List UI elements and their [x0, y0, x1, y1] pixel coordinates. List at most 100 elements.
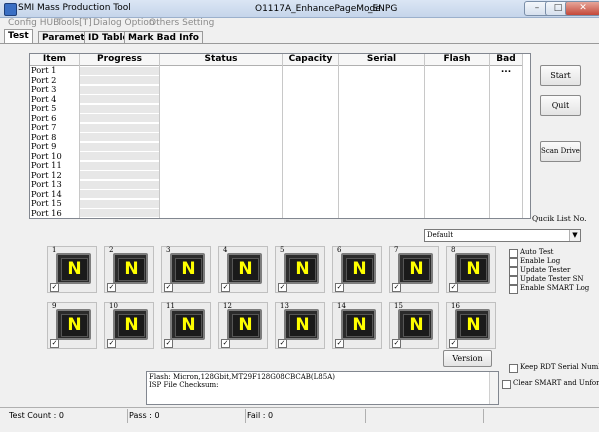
- drive-tile-10[interactable]: 10 N ✓: [104, 302, 154, 349]
- drive-checkbox[interactable]: ✓: [335, 283, 344, 292]
- drive-checkbox[interactable]: ✓: [278, 283, 287, 292]
- progress-cell: [80, 142, 159, 152]
- drive-tile-3[interactable]: 3 N ✓: [161, 246, 211, 293]
- drive-checkbox[interactable]: ✓: [392, 339, 401, 348]
- progress-cell: [80, 104, 159, 114]
- checkbox[interactable]: [509, 258, 518, 267]
- drive-checkbox[interactable]: ✓: [50, 339, 59, 348]
- table-row[interactable]: Port 5: [31, 103, 56, 113]
- drive-tile-16[interactable]: 16 N ✓: [446, 302, 496, 349]
- log-line: ISP File Checksum:: [149, 381, 219, 389]
- drive-checkbox[interactable]: ✓: [221, 339, 230, 348]
- drive-tile-9[interactable]: 9 N ✓: [47, 302, 97, 349]
- drive-checkbox[interactable]: ✓: [107, 339, 116, 348]
- drive-icon: N: [227, 253, 262, 284]
- column-divider: [338, 54, 339, 218]
- version-button[interactable]: Version: [443, 350, 492, 367]
- progress-cell: [80, 95, 159, 105]
- checkbox[interactable]: [509, 267, 518, 276]
- drive-tile-11[interactable]: 11 N ✓: [161, 302, 211, 349]
- drive-tile-5[interactable]: 5 N ✓: [275, 246, 325, 293]
- drive-icon-screen: N: [403, 258, 430, 281]
- drive-checkbox[interactable]: ✓: [335, 339, 344, 348]
- drive-icon-screen: N: [61, 314, 88, 337]
- progress-cell: [80, 152, 159, 162]
- drive-letter: N: [352, 259, 367, 279]
- checkbox[interactable]: [509, 285, 518, 294]
- drive-tile-13[interactable]: 13 N ✓: [275, 302, 325, 349]
- tab-test[interactable]: Test: [4, 29, 33, 44]
- drive-icon-screen: N: [175, 258, 202, 281]
- column-header-capacity[interactable]: Capacity: [283, 54, 339, 66]
- column-divider: [282, 54, 283, 218]
- checkbox[interactable]: [509, 276, 518, 285]
- quit-button[interactable]: Quit: [540, 95, 581, 116]
- drive-letter: N: [124, 259, 139, 279]
- scan-drive-button[interactable]: Scan Drive: [540, 141, 581, 162]
- table-row[interactable]: Port 13: [31, 179, 62, 189]
- column-header-flash[interactable]: Flash: [425, 54, 490, 66]
- drive-icon-screen: N: [403, 314, 430, 337]
- drive-letter: N: [67, 315, 82, 335]
- tab-divider: [0, 43, 599, 44]
- drive-icon-screen: N: [118, 314, 145, 337]
- drive-tile-6[interactable]: 6 N ✓: [332, 246, 382, 293]
- drive-checkbox[interactable]: ✓: [392, 283, 401, 292]
- table-row[interactable]: Port 11: [31, 160, 62, 170]
- start-button[interactable]: Start: [540, 65, 581, 86]
- close-button[interactable]: ✕: [565, 1, 599, 16]
- table-row[interactable]: Port 3: [31, 84, 56, 94]
- drive-checkbox[interactable]: ✓: [50, 283, 59, 292]
- drive-checkbox[interactable]: ✓: [164, 283, 173, 292]
- table-row[interactable]: Port 15: [31, 198, 62, 208]
- port-table[interactable]: Item Progress Status Capacity Serial Fla…: [29, 53, 531, 219]
- table-row[interactable]: Port 9: [31, 141, 56, 151]
- drive-tile-2[interactable]: 2 N ✓: [104, 246, 154, 293]
- document-title: O1117A_EnhancePageMode: [255, 4, 381, 14]
- checkbox[interactable]: [509, 364, 518, 373]
- drive-checkbox[interactable]: ✓: [449, 339, 458, 348]
- log-line: Flash: Micron,128Gbit,MT29F128G08CBCAB(L…: [149, 373, 336, 381]
- drive-tile-4[interactable]: 4 N ✓: [218, 246, 268, 293]
- drive-checkbox[interactable]: ✓: [164, 339, 173, 348]
- drive-icon-screen: N: [118, 258, 145, 281]
- menu-others-setting[interactable]: Others Setting: [149, 18, 214, 28]
- drive-checkbox[interactable]: ✓: [221, 283, 230, 292]
- drive-letter: N: [295, 259, 310, 279]
- chevron-down-icon[interactable]: ▼: [569, 230, 580, 241]
- drive-tile-1[interactable]: 1 N ✓: [47, 246, 97, 293]
- drive-letter: N: [295, 315, 310, 335]
- log-scrollbar[interactable]: [489, 372, 498, 404]
- drive-tile-12[interactable]: 12 N ✓: [218, 302, 268, 349]
- column-header-bad[interactable]: Bad ...: [490, 54, 523, 75]
- table-row[interactable]: Port 16: [31, 208, 62, 218]
- table-row[interactable]: Port 7: [31, 122, 56, 132]
- menu-dialog-option[interactable]: Dialog Option: [93, 18, 155, 28]
- drive-checkbox[interactable]: ✓: [278, 339, 287, 348]
- drive-checkbox[interactable]: ✓: [107, 283, 116, 292]
- status-test-count: Test Count : 0: [7, 409, 128, 423]
- drive-icon-screen: N: [460, 258, 487, 281]
- drive-tile-14[interactable]: 14 N ✓: [332, 302, 382, 349]
- quick-list-select[interactable]: Default ▼: [424, 229, 581, 242]
- menu-config-hub[interactable]: Config HUB: [8, 18, 59, 28]
- drive-tile-15[interactable]: 15 N ✓: [389, 302, 439, 349]
- table-row[interactable]: Port 1: [31, 65, 56, 75]
- column-header-status[interactable]: Status: [160, 54, 283, 66]
- column-header-progress[interactable]: Progress: [80, 54, 160, 66]
- status-panel-empty: [365, 409, 484, 423]
- drive-icon: N: [113, 253, 148, 284]
- menu-tools[interactable]: Tools[T]: [57, 18, 92, 28]
- drive-letter: N: [238, 259, 253, 279]
- log-textbox[interactable]: Flash: Micron,128Gbit,MT29F128G08CBCAB(L…: [146, 371, 499, 405]
- checkbox[interactable]: [509, 249, 518, 258]
- drive-checkbox[interactable]: ✓: [449, 283, 458, 292]
- progress-cell: [80, 199, 159, 209]
- column-header-serial[interactable]: Serial: [339, 54, 425, 66]
- drive-tile-8[interactable]: 8 N ✓: [446, 246, 496, 293]
- progress-cell: [80, 209, 159, 218]
- drive-icon: N: [284, 253, 319, 284]
- drive-tile-7[interactable]: 7 N ✓: [389, 246, 439, 293]
- drive-icon: N: [341, 309, 376, 340]
- checkbox[interactable]: [502, 380, 511, 389]
